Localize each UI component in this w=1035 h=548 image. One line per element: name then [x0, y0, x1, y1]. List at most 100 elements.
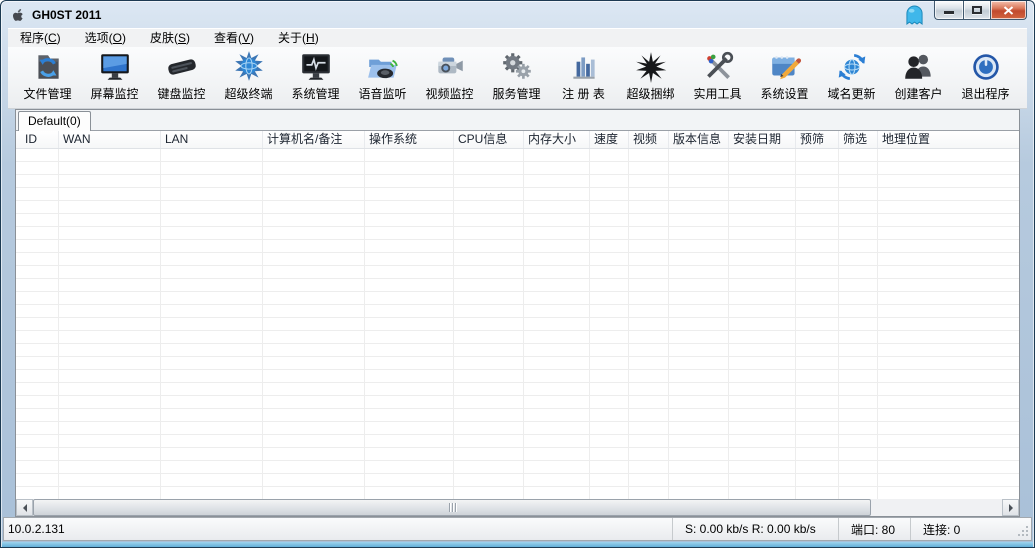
column-gridline	[728, 149, 729, 499]
system-settings-icon	[771, 56, 801, 80]
toolbar-label: 超级终端	[224, 87, 273, 101]
toolbar: 文件管理 屏幕监控 键盘监控 超级终端 系统管理 语音监听 视频监控 服务管理 …	[8, 47, 1027, 109]
status-ip: 10.0.2.131	[8, 522, 65, 536]
create-client-icon	[904, 54, 931, 79]
scrollbar-thumb[interactable]	[33, 499, 871, 516]
status-traffic: S: 0.00 kb/s R: 0.00 kb/s	[672, 518, 838, 540]
column-header-speed[interactable]: 速度	[590, 131, 629, 148]
window-frame-bottom	[2, 542, 1033, 547]
utility-tools-icon	[706, 51, 733, 79]
column-gridline	[589, 149, 590, 499]
toolbar-registry[interactable]: 注 册 表	[550, 50, 617, 108]
toolbar-label: 系统设置	[760, 87, 809, 101]
toolbar-utility-tools[interactable]: 实用工具	[684, 50, 751, 108]
toolbar-system-settings[interactable]: 系统设置	[751, 50, 818, 108]
column-header-memory[interactable]: 内存大小	[524, 131, 590, 148]
toolbar-system-manager[interactable]: 系统管理	[282, 50, 349, 108]
registry-icon	[572, 57, 595, 79]
column-header-install-date[interactable]: 安装日期	[729, 131, 796, 148]
column-header-version[interactable]: 版本信息	[669, 131, 729, 148]
column-header-lan[interactable]: LAN	[161, 131, 263, 148]
apple-logo-icon	[13, 8, 23, 21]
menu-options[interactable]: 选项(O)	[73, 29, 138, 47]
column-header-video[interactable]: 视频	[629, 131, 669, 148]
toolbar-label: 屏幕监控	[90, 87, 139, 101]
toolbar-label: 语音监听	[358, 87, 407, 101]
window-controls	[934, 1, 1027, 20]
domain-update-icon	[838, 53, 865, 81]
thumb-grip-icon	[454, 503, 456, 512]
scroll-left-button[interactable]	[16, 499, 33, 516]
column-header-wan[interactable]: WAN	[59, 131, 161, 148]
minimize-button[interactable]	[934, 1, 963, 20]
horizontal-scrollbar[interactable]	[16, 499, 1019, 516]
right-arrow-icon	[1008, 503, 1017, 512]
statusbar: 10.0.2.131 S: 0.00 kb/s R: 0.00 kb/s 端口:…	[3, 517, 1032, 541]
column-header-os[interactable]: 操作系统	[365, 131, 454, 148]
column-header-cpu[interactable]: CPU信息	[454, 131, 524, 148]
toolbar-file-manager[interactable]: 文件管理	[14, 50, 81, 108]
maximize-icon	[972, 6, 982, 14]
ghost-mascot-icon	[906, 5, 923, 25]
client-area: Default(0) ID WAN LAN 计算机名/备注 操作系统 CPU信息…	[15, 109, 1020, 517]
thumb-grip-icon	[448, 503, 450, 512]
scroll-right-button[interactable]	[1002, 499, 1019, 516]
thumb-grip-icon	[451, 503, 453, 512]
titlebar[interactable]: GH0ST 2011	[1, 1, 1034, 28]
column-header-prefilter[interactable]: 预筛	[796, 131, 839, 148]
tab-strip: Default(0)	[16, 110, 1019, 131]
toolbar-label: 实用工具	[693, 87, 742, 101]
keyboard-monitor-icon	[167, 59, 196, 75]
table-body	[16, 149, 1019, 499]
system-manager-icon	[301, 54, 330, 80]
toolbar-label: 键盘监控	[157, 87, 206, 101]
column-gridline	[795, 149, 796, 499]
toolbar-label: 超级捆绑	[626, 87, 675, 101]
file-manager-icon	[37, 55, 59, 79]
menubar: 程序(C) 选项(O) 皮肤(S) 查看(V) 关于(H)	[8, 28, 1027, 47]
column-gridline	[262, 149, 263, 499]
toolbar-label: 系统管理	[291, 87, 340, 101]
close-icon	[1003, 5, 1014, 15]
status-port: 端口: 80	[838, 518, 910, 540]
column-header-location[interactable]: 地理位置	[878, 131, 1019, 148]
left-arrow-icon	[19, 503, 27, 512]
column-gridline	[453, 149, 454, 499]
column-header-computer-name[interactable]: 计算机名/备注	[263, 131, 365, 148]
toolbar-super-bind[interactable]: 超级捆绑	[617, 50, 684, 108]
column-header-id[interactable]: ID	[16, 131, 59, 148]
service-manager-icon	[502, 53, 531, 79]
column-header-filter[interactable]: 筛选	[839, 131, 878, 148]
toolbar-label: 域名更新	[827, 87, 876, 101]
maximize-button[interactable]	[963, 1, 991, 20]
toolbar-voice-monitor[interactable]: 语音监听	[349, 50, 416, 108]
toolbar-keyboard-monitor[interactable]: 键盘监控	[148, 50, 215, 108]
toolbar-label: 创建客户	[894, 87, 943, 101]
column-gridline	[628, 149, 629, 499]
toolbar-label: 退出程序	[961, 87, 1010, 101]
menu-skin[interactable]: 皮肤(S)	[138, 29, 202, 47]
toolbar-video-monitor[interactable]: 视频监控	[416, 50, 483, 108]
column-gridline	[877, 149, 878, 499]
toolbar-service-manager[interactable]: 服务管理	[483, 50, 550, 108]
close-button[interactable]	[991, 1, 1027, 20]
toolbar-domain-update[interactable]: 域名更新	[818, 50, 885, 108]
screen-monitor-icon	[100, 54, 129, 80]
menu-view[interactable]: 查看(V)	[202, 29, 266, 47]
menu-about[interactable]: 关于(H)	[266, 29, 331, 47]
toolbar-label: 注 册 表	[562, 87, 605, 101]
toolbar-screen-monitor[interactable]: 屏幕监控	[81, 50, 148, 108]
toolbar-create-client[interactable]: 创建客户	[885, 50, 952, 108]
tab-default[interactable]: Default(0)	[18, 111, 91, 131]
column-gridline	[364, 149, 365, 499]
voice-monitor-icon	[367, 59, 398, 79]
minimize-icon	[944, 11, 954, 14]
column-gridline	[58, 149, 59, 499]
column-gridline	[160, 149, 161, 499]
column-gridline	[523, 149, 524, 499]
toolbar-super-terminal[interactable]: 超级终端	[215, 50, 282, 108]
toolbar-exit-program[interactable]: 退出程序	[952, 50, 1019, 108]
menu-program[interactable]: 程序(C)	[8, 29, 73, 47]
resize-grip[interactable]	[1016, 525, 1029, 538]
window-title: GH0ST 2011	[32, 7, 102, 22]
